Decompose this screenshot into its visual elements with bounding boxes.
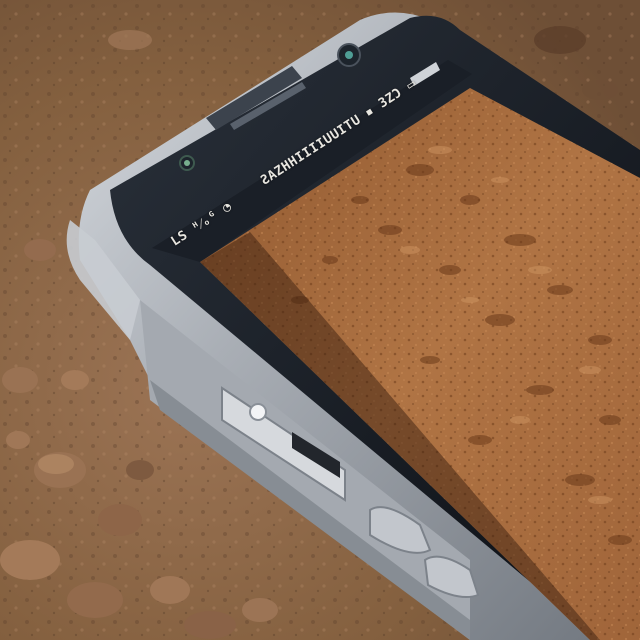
scene-illustration	[0, 0, 640, 640]
photo-scene: LS ᴴ⁄ₒᴳ ◔ ƧAZHHIIIIUUITU ▪ ЗZƆ ▭	[0, 0, 640, 640]
flash-light	[249, 403, 267, 421]
